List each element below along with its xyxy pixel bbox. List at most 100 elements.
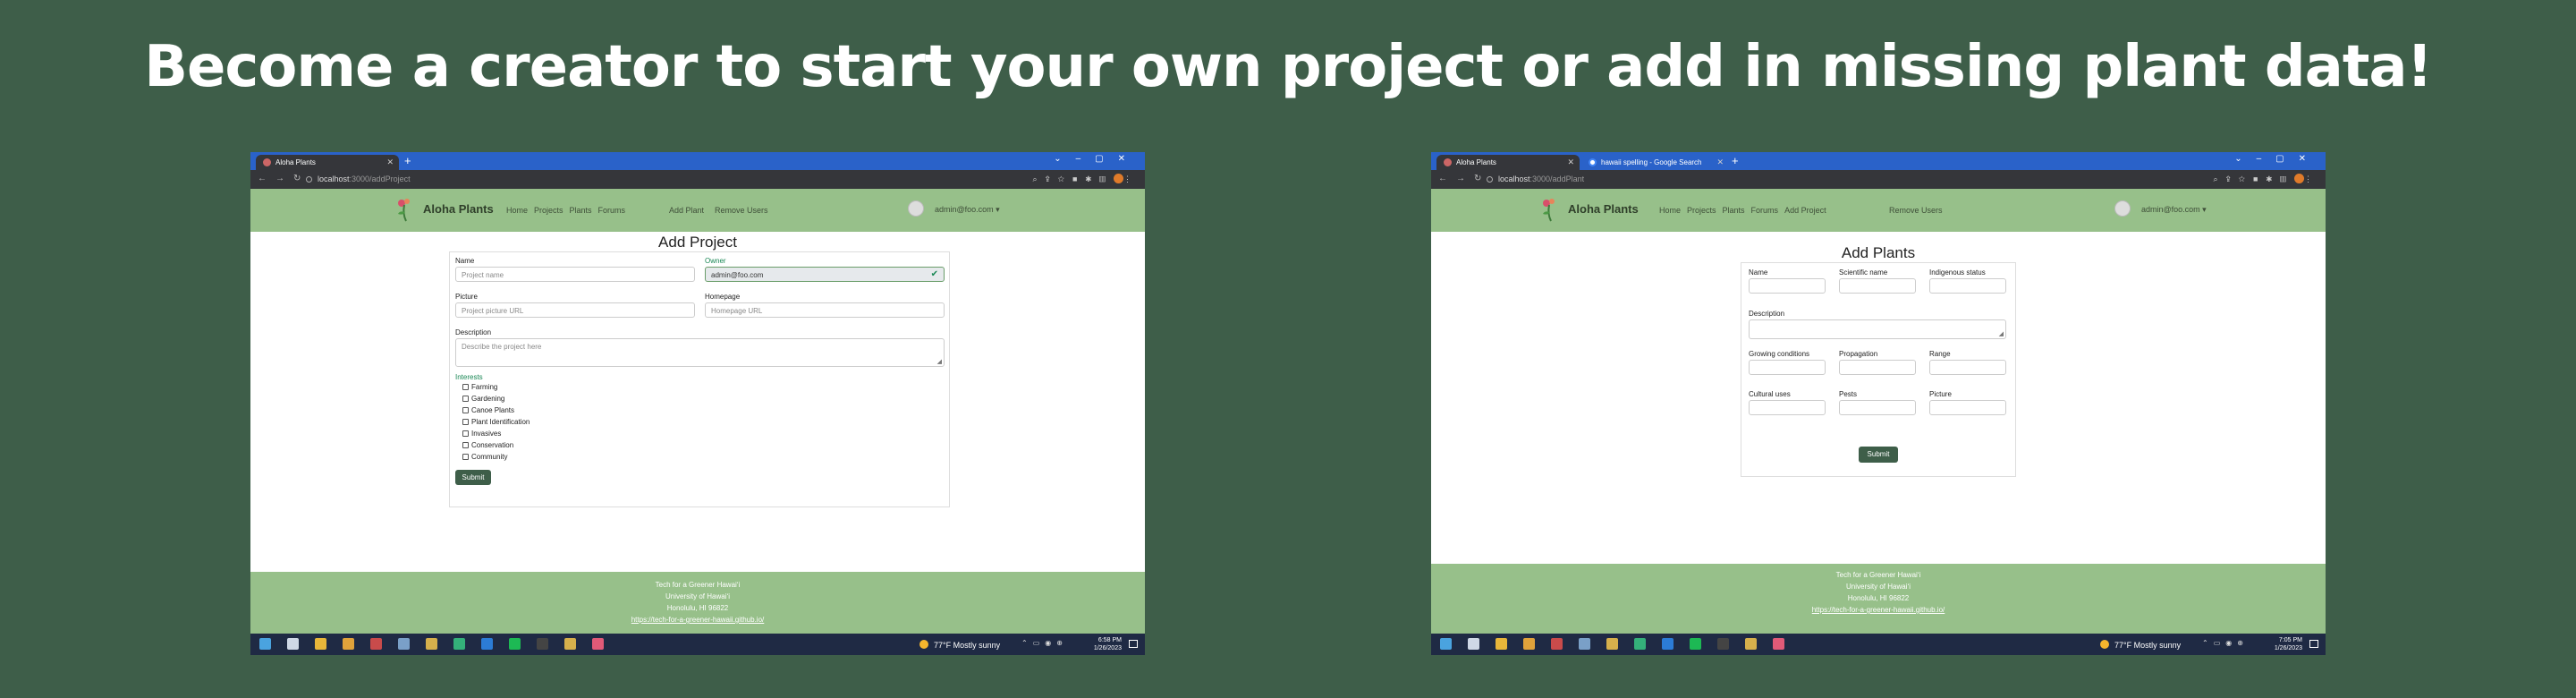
interest-checkbox-farming[interactable]: Farming xyxy=(462,383,497,391)
interest-checkbox-community[interactable]: Community xyxy=(462,453,507,461)
start-icon[interactable] xyxy=(259,638,271,650)
pests-input[interactable] xyxy=(1839,400,1916,415)
browser-tab-google[interactable]: hawaii spelling - Google Search ✕ xyxy=(1581,155,1729,170)
clock[interactable]: 6:58 PM 1/26/2023 xyxy=(1094,636,1122,652)
clock[interactable]: 7:05 PM 1/26/2023 xyxy=(2275,636,2302,652)
chrome-icon[interactable] xyxy=(343,638,354,650)
app-icon[interactable] xyxy=(1634,638,1646,650)
search-icon[interactable] xyxy=(287,638,299,650)
site-info-icon[interactable] xyxy=(306,176,312,183)
user-menu[interactable]: admin@foo.com ▾ xyxy=(2141,205,2207,215)
system-tray[interactable]: ⌃▭◉⊕ xyxy=(2202,639,2249,647)
window-controls[interactable]: ⌄–▢✕ xyxy=(2234,154,2320,164)
submit-button[interactable]: Submit xyxy=(1859,447,1898,463)
interest-checkbox-gardening[interactable]: Gardening xyxy=(462,395,504,403)
nav-buttons[interactable]: ←→↻ xyxy=(1438,174,1490,183)
file-explorer-icon[interactable] xyxy=(315,638,326,650)
app-icon[interactable] xyxy=(1745,638,1757,650)
profile-icon[interactable] xyxy=(1114,174,1123,183)
weather-widget[interactable]: 77°F Mostly sunny xyxy=(2100,640,2181,650)
submit-button[interactable]: Submit xyxy=(455,470,491,485)
nav-plants[interactable]: Plants xyxy=(570,206,592,215)
spotify-icon[interactable] xyxy=(509,638,521,650)
window-controls[interactable]: ⌄–▢✕ xyxy=(1054,154,1140,164)
search-icon[interactable] xyxy=(1468,638,1479,650)
site-info-icon[interactable] xyxy=(1487,176,1493,183)
growing-conditions-input[interactable] xyxy=(1749,360,1826,375)
vscode-icon[interactable] xyxy=(481,638,493,650)
nav-home[interactable]: Home xyxy=(506,206,528,215)
nav-remove-users[interactable]: Remove Users xyxy=(1889,206,1943,215)
nav-add-project[interactable]: Add Project xyxy=(1784,206,1826,215)
new-tab-icon[interactable]: + xyxy=(404,154,411,167)
interest-checkbox-plant-identification[interactable]: Plant Identification xyxy=(462,418,530,426)
description-textarea[interactable]: Describe the project here ◢ xyxy=(455,338,945,367)
scientific-name-input[interactable] xyxy=(1839,278,1916,294)
app-icon[interactable] xyxy=(564,638,576,650)
resize-handle-icon[interactable]: ◢ xyxy=(937,358,942,365)
nav-projects[interactable]: Projects xyxy=(1687,206,1716,215)
resize-handle-icon[interactable]: ◢ xyxy=(1999,330,2004,337)
nav-projects[interactable]: Projects xyxy=(534,206,564,215)
nav-add-plant[interactable]: Add Plant xyxy=(669,206,704,215)
nav-forums[interactable]: Forums xyxy=(598,206,626,215)
picture-input[interactable] xyxy=(1929,400,2006,415)
close-tab-icon[interactable]: ✕ xyxy=(386,157,394,167)
app-icon[interactable] xyxy=(453,638,465,650)
notifications-icon[interactable] xyxy=(1129,640,1138,648)
indigenous-status-input[interactable] xyxy=(1929,278,2006,294)
browser-tab[interactable]: Aloha Plants ✕ xyxy=(256,155,399,170)
notifications-icon[interactable] xyxy=(2309,640,2318,648)
interest-checkbox-invasives[interactable]: Invasives xyxy=(462,430,501,438)
nav-forums[interactable]: Forums xyxy=(1751,206,1779,215)
brand-name[interactable]: Aloha Plants xyxy=(1568,202,1639,216)
profile-icon[interactable] xyxy=(2294,174,2304,183)
app-icon[interactable] xyxy=(370,638,382,650)
chrome-icon[interactable] xyxy=(1523,638,1535,650)
toolbar-icons[interactable]: ⌕⇪☆■✱▥ ⋮ xyxy=(2214,174,2320,184)
homepage-url-input[interactable]: Homepage URL xyxy=(705,302,945,318)
app-icon[interactable] xyxy=(398,638,410,650)
nav-remove-users[interactable]: Remove Users xyxy=(715,206,768,215)
interest-checkbox-conservation[interactable]: Conservation xyxy=(462,441,513,449)
nav-buttons[interactable]: ←→↻ xyxy=(258,174,309,183)
project-name-input[interactable]: Project name xyxy=(455,267,695,282)
close-tab-icon[interactable]: ✕ xyxy=(1567,157,1574,167)
start-icon[interactable] xyxy=(1440,638,1452,650)
system-tray[interactable]: ⌃▭◉⊕ xyxy=(1021,639,1068,647)
owner-field[interactable]: admin@foo.com ✔ xyxy=(705,267,945,282)
range-input[interactable] xyxy=(1929,360,2006,375)
picture-url-input[interactable]: Project picture URL xyxy=(455,302,695,318)
toolbar-icons[interactable]: ⌕⇪☆■✱▥ ⋮ xyxy=(1033,174,1140,184)
app-icon[interactable] xyxy=(1579,638,1590,650)
app-icon[interactable] xyxy=(592,638,604,650)
url-field[interactable]: localhost:3000/addPlant xyxy=(1487,174,1584,183)
spotify-icon[interactable] xyxy=(1690,638,1701,650)
footer-link[interactable]: https://tech-for-a-greener-hawaii.github… xyxy=(1431,606,2326,617)
terminal-icon[interactable] xyxy=(1717,638,1729,650)
app-icon[interactable] xyxy=(1773,638,1784,650)
plant-name-input[interactable] xyxy=(1749,278,1826,294)
propagation-input[interactable] xyxy=(1839,360,1916,375)
app-icon[interactable] xyxy=(1606,638,1618,650)
footer-link[interactable]: https://tech-for-a-greener-hawaii.github… xyxy=(250,616,1145,627)
avatar[interactable] xyxy=(908,200,924,217)
app-icon[interactable] xyxy=(1551,638,1563,650)
nav-home[interactable]: Home xyxy=(1659,206,1681,215)
description-textarea[interactable]: ◢ xyxy=(1749,319,2006,339)
brand-name[interactable]: Aloha Plants xyxy=(423,202,494,216)
close-tab-icon[interactable]: ✕ xyxy=(1716,157,1724,167)
user-menu[interactable]: admin@foo.com ▾ xyxy=(935,205,1000,215)
cultural-uses-input[interactable] xyxy=(1749,400,1826,415)
new-tab-icon[interactable]: + xyxy=(1732,154,1739,167)
app-icon[interactable] xyxy=(426,638,437,650)
file-explorer-icon[interactable] xyxy=(1496,638,1507,650)
terminal-icon[interactable] xyxy=(537,638,548,650)
vscode-icon[interactable] xyxy=(1662,638,1674,650)
url-field[interactable]: localhost:3000/addProject xyxy=(306,174,411,183)
avatar[interactable] xyxy=(2114,200,2131,217)
browser-tab[interactable]: Aloha Plants ✕ xyxy=(1436,155,1580,170)
nav-plants[interactable]: Plants xyxy=(1723,206,1745,215)
weather-widget[interactable]: 77°F Mostly sunny xyxy=(919,640,1000,650)
interest-checkbox-canoe-plants[interactable]: Canoe Plants xyxy=(462,406,514,414)
